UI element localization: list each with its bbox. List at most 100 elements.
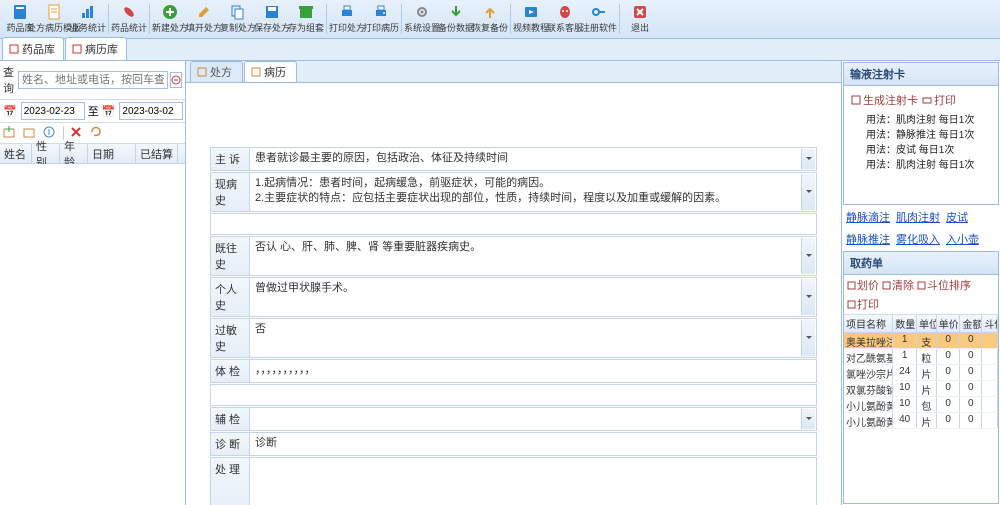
new-rx-btn[interactable]: 新建处方 (154, 1, 186, 37)
rx-row[interactable]: 对乙酰氨基...1粒00 (844, 349, 998, 365)
adjust-price-button[interactable]: 划价 (847, 277, 879, 293)
dropdown-icon[interactable] (801, 238, 815, 274)
route-link[interactable]: 雾化吸入 (896, 231, 940, 247)
rx-row[interactable]: 双氯芬酸钠...10片00 (844, 381, 998, 397)
video-icon (523, 4, 539, 20)
rx-cell: 0 (937, 333, 961, 348)
injection-card-title: 输液注射卡 (844, 63, 998, 86)
register-btn[interactable]: 注册软件 (583, 1, 615, 37)
aux-exam-row: 辅 检 (210, 407, 817, 431)
personal-history-label: 个人史 (210, 277, 250, 317)
dropdown-icon[interactable] (801, 174, 815, 210)
add-icon[interactable] (3, 126, 17, 140)
treatment-field[interactable] (250, 457, 817, 505)
dropdown-icon[interactable] (801, 279, 815, 315)
print-rx-button[interactable]: 打印 (847, 296, 879, 312)
book-icon (12, 4, 28, 20)
rx-cell: 小儿氨酚黄... (844, 413, 893, 428)
rx-row[interactable]: 小儿氨酚黄...10包00 (844, 397, 998, 413)
fill-rx-btn[interactable]: 填开处方 (188, 1, 220, 37)
tab-record-lib[interactable]: 病历库 (65, 37, 127, 60)
date-to-input[interactable] (119, 102, 183, 120)
tab-record[interactable]: 病历 (244, 61, 297, 82)
video-tutorial-btn[interactable]: 视频教程 (515, 1, 547, 37)
refresh-icon[interactable] (90, 126, 104, 140)
treatment-label: 处 理 (210, 457, 250, 505)
exit-btn[interactable]: 退出 (624, 1, 656, 37)
tab-icon (72, 44, 82, 54)
personal-history-field[interactable]: 曾做过甲状腺手术。 (250, 277, 817, 317)
tab-icon (9, 44, 19, 54)
date-from-input[interactable] (21, 102, 85, 120)
route-link[interactable]: 皮试 (946, 209, 968, 225)
chief-complaint-field[interactable]: 患者就诊最主要的原因，包括政治、体征及持续时间 (250, 147, 817, 171)
physical-exam-field[interactable]: ，，，，，，，，，， (250, 359, 817, 383)
rx-col: 金额 (960, 315, 982, 332)
dropdown-icon[interactable] (801, 149, 815, 169)
rx-cell (982, 365, 998, 380)
injection-line: 用法：静脉推注 每日1次 (848, 128, 994, 143)
rx-template-btn[interactable]: 处方病历模版 (38, 1, 70, 37)
injection-line: 用法：皮试 每日1次 (848, 143, 994, 158)
restore-btn[interactable]: 恢复备份 (474, 1, 506, 37)
route-link[interactable]: 肌肉注射 (896, 209, 940, 225)
print2-icon (373, 4, 389, 20)
route-link[interactable]: 静脉滴注 (846, 209, 890, 225)
edit-icon[interactable] (23, 126, 37, 140)
rx-header: 项目名称数量单位单价金额斗位 (844, 315, 998, 333)
rx-body: 奥美拉唑注射液1支00对乙酰氨基...1粒00氯唑沙宗片24片00双氯芬酸钠..… (844, 333, 998, 503)
physical-exam-row: 体 检，，，，，，，，，， (210, 359, 817, 383)
rx-cell: 双氯芬酸钠... (844, 381, 893, 396)
patient-list-header: 姓名性别年龄日期已结算 (0, 144, 185, 164)
edit-icon (196, 4, 212, 20)
rx-cell: 0 (960, 413, 982, 428)
print-icon (339, 4, 355, 20)
save-group-btn[interactable]: 存为组套 (290, 1, 322, 37)
rx-cell: 24 (893, 365, 917, 380)
rx-cell (982, 381, 998, 396)
plus-icon (162, 4, 178, 20)
diagnosis-field[interactable]: 诊断 (250, 432, 817, 456)
rx-row[interactable]: 小儿氨酚黄...40片00 (844, 413, 998, 429)
rx-cell (982, 397, 998, 412)
route-link[interactable]: 静脉推注 (846, 231, 890, 247)
dropdown-icon[interactable] (801, 409, 815, 429)
present-illness-field[interactable]: 1.起病情况：患者时间，起病缓急，前驱症状，可能的病因。2.主要症状的特点：应包… (250, 172, 817, 212)
tab-rx[interactable]: 处方 (190, 61, 243, 82)
drug-stats-btn[interactable]: 药品统计 (113, 1, 145, 37)
print-record-btn[interactable]: 打印病历 (365, 1, 397, 37)
search-clear-icon[interactable] (170, 72, 182, 88)
save-rx-btn[interactable]: 保存处方 (256, 1, 288, 37)
rx-row[interactable]: 氯唑沙宗片24片00 (844, 365, 998, 381)
rx-cell: 氯唑沙宗片 (844, 365, 893, 380)
save-icon (264, 4, 280, 20)
rx-cell: 0 (937, 365, 961, 380)
print-card-button[interactable]: 打印 (922, 92, 956, 108)
support-btn[interactable]: 联系客服 (549, 1, 581, 37)
copy-rx-btn[interactable]: 复制处方 (222, 1, 254, 37)
route-link[interactable]: 入小壶 (946, 231, 979, 247)
rx-cell: 小儿氨酚黄... (844, 397, 893, 412)
biz-stats-btn[interactable]: 业务统计 (72, 1, 104, 37)
past-history-field[interactable]: 否认 心、肝、肺、脾、肾 等重要脏器疾病史。 (250, 236, 817, 276)
rx-list-panel: 取药单 划价清除斗位排序打印 项目名称数量单位单价金额斗位 奥美拉唑注射液1支0… (843, 251, 999, 504)
right-panels: 输液注射卡 生成注射卡 打印 用法：肌肉注射 每日1次用法：静脉推注 每日1次用… (842, 61, 1000, 505)
gen-card-button[interactable]: 生成注射卡 (851, 92, 918, 108)
gear-icon (414, 4, 430, 20)
allergy-history-field[interactable]: 否 (250, 318, 817, 358)
sort-price-button[interactable]: 斗位排序 (917, 277, 971, 293)
clear-button[interactable]: 清除 (882, 277, 914, 293)
backup-btn[interactable]: 备份数据 (440, 1, 472, 37)
rx-cell: 片 (917, 365, 937, 380)
module-tabs: 药品库病历库 (0, 39, 1000, 61)
tab-drug-lib[interactable]: 药品库 (2, 37, 64, 60)
tab-icon (197, 67, 207, 77)
injection-line: 用法：肌肉注射 每日1次 (848, 113, 994, 128)
rx-row[interactable]: 奥美拉唑注射液1支00 (844, 333, 998, 349)
key-icon (591, 4, 607, 20)
sys-settings-btn[interactable]: 系统设置 (406, 1, 438, 37)
aux-exam-field[interactable] (250, 407, 817, 431)
search-input[interactable] (18, 71, 168, 89)
print-rx-btn[interactable]: 打印处方 (331, 1, 363, 37)
dropdown-icon[interactable] (801, 320, 815, 356)
